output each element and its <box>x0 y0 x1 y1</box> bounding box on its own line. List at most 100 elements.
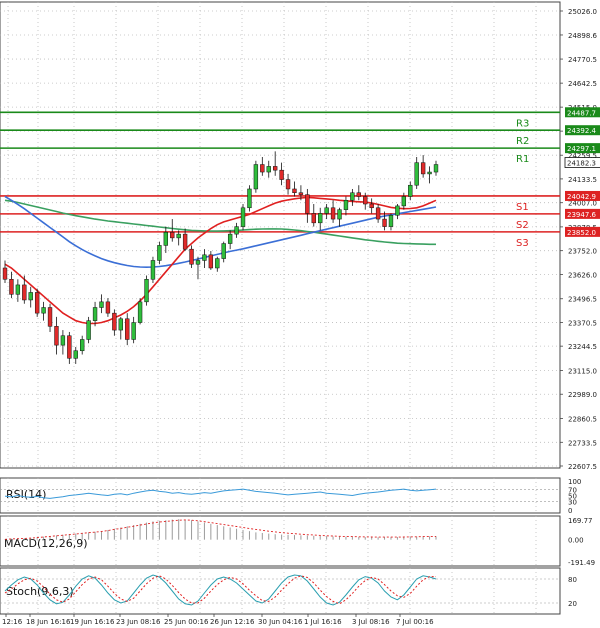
candle-body <box>47 307 53 327</box>
candle <box>414 156 419 189</box>
candle-body <box>125 318 130 340</box>
price-tick-label: 22860.5 <box>568 415 597 423</box>
candle-body <box>105 301 111 314</box>
candle <box>163 226 169 253</box>
candle <box>2 260 8 284</box>
price-tick-label: 24898.6 <box>568 32 597 40</box>
candle <box>47 303 53 332</box>
candle-body <box>195 260 201 265</box>
candle-body <box>318 213 323 224</box>
candle-body <box>67 335 72 359</box>
candle <box>144 275 149 306</box>
time-tick-label: 18 Jun 16:16 <box>26 618 71 626</box>
stoch-title: Stoch(9,6,3) <box>6 585 74 598</box>
candle <box>202 249 207 268</box>
candle <box>60 330 66 355</box>
candle <box>86 316 91 344</box>
candle-body <box>176 233 181 239</box>
moving-averages <box>4 195 437 325</box>
price-tick-label: 22989.0 <box>568 391 597 399</box>
candle <box>189 245 194 268</box>
candle-body <box>15 284 21 295</box>
stoch-tick-label: 20 <box>568 600 577 608</box>
candle-body <box>202 254 207 261</box>
candle <box>118 316 123 340</box>
candle-body <box>266 166 271 173</box>
candle-body <box>189 248 194 265</box>
candle <box>318 207 323 231</box>
candle-body <box>92 307 98 321</box>
price-tick-label: 23752.0 <box>568 248 597 256</box>
candle-body <box>382 218 387 227</box>
candle <box>388 213 394 231</box>
candle-body <box>305 194 310 214</box>
rsi-line <box>4 488 437 499</box>
macd-tick-label: 169.77 <box>568 517 593 525</box>
candle-body <box>182 233 188 250</box>
candle-body <box>279 169 284 180</box>
time-tick-label: 19 Jun 16:16 <box>70 618 115 626</box>
candle-body <box>28 292 33 301</box>
candle <box>157 241 162 265</box>
candle <box>67 331 72 364</box>
level-label-s1: S1 <box>516 202 529 213</box>
rsi-panel: RSI(14) <box>0 488 560 502</box>
candle <box>99 294 104 314</box>
candle-body <box>131 322 136 340</box>
grid <box>0 2 560 614</box>
candle-body <box>137 301 143 323</box>
candle <box>433 160 439 176</box>
candle-body <box>80 339 85 352</box>
candle <box>240 204 246 231</box>
candle <box>215 256 220 272</box>
level-label-s2: S2 <box>516 220 529 231</box>
candle-body <box>292 188 297 193</box>
candle-body <box>227 233 233 244</box>
candle <box>408 181 413 201</box>
candle-body <box>363 196 368 205</box>
price-axis: 25026.024898.624770.524642.524515.024387… <box>560 8 600 608</box>
candle-body <box>9 279 14 295</box>
candle <box>292 181 297 197</box>
price-tick-label: 25026.0 <box>568 8 597 16</box>
rsi-tick-label: 0 <box>568 507 572 515</box>
time-tick-label: 7 Jul 00:16 <box>396 618 434 626</box>
candle <box>208 251 214 270</box>
candle-body <box>343 200 349 210</box>
candle <box>41 301 46 321</box>
candle <box>343 196 349 216</box>
candle-body <box>234 226 239 235</box>
macd-panel: MACD(12,26,9) <box>4 519 437 550</box>
candle <box>227 230 233 250</box>
candle-body <box>54 326 59 346</box>
time-axis: 12:16 18 Jun 16:16 19 Jun 16:16 23 Jun 08:1… <box>2 614 434 626</box>
price-panel: R3 R2 R1 S1 S2 S3 <box>0 111 560 364</box>
level-label-r3: R3 <box>516 118 529 129</box>
candle <box>247 185 252 212</box>
candle-body <box>22 284 27 301</box>
rsi-tick-label: 30 <box>568 498 577 506</box>
stoch-panel: Stoch(9,6,3) <box>0 574 560 606</box>
candle-body <box>401 196 407 207</box>
candle <box>305 188 310 223</box>
candle-body <box>247 188 252 209</box>
candle <box>337 207 342 227</box>
candle-body <box>272 166 278 171</box>
candle <box>266 160 271 178</box>
candle <box>221 241 226 263</box>
rsi-tick-label: 100 <box>568 478 581 486</box>
candle-body <box>298 192 304 195</box>
price-tick-label: 22733.5 <box>568 439 597 447</box>
candle-body <box>427 171 432 175</box>
level-price-label: 24297.1 <box>567 145 596 153</box>
candle-body <box>34 292 40 314</box>
price-tick-label: 23115.0 <box>568 368 597 376</box>
candle <box>330 200 336 223</box>
candle-body <box>215 258 220 269</box>
candle-body <box>170 231 175 239</box>
time-tick-label: 25 Jun 00:16 <box>164 618 209 626</box>
trading-chart: R3 R2 R1 S1 S2 S3 25026.0 24898.6 24770.5 24642.… <box>0 1 600 626</box>
candle <box>395 204 400 220</box>
candle <box>150 256 156 284</box>
price-tick-label: 24133.5 <box>568 176 597 184</box>
